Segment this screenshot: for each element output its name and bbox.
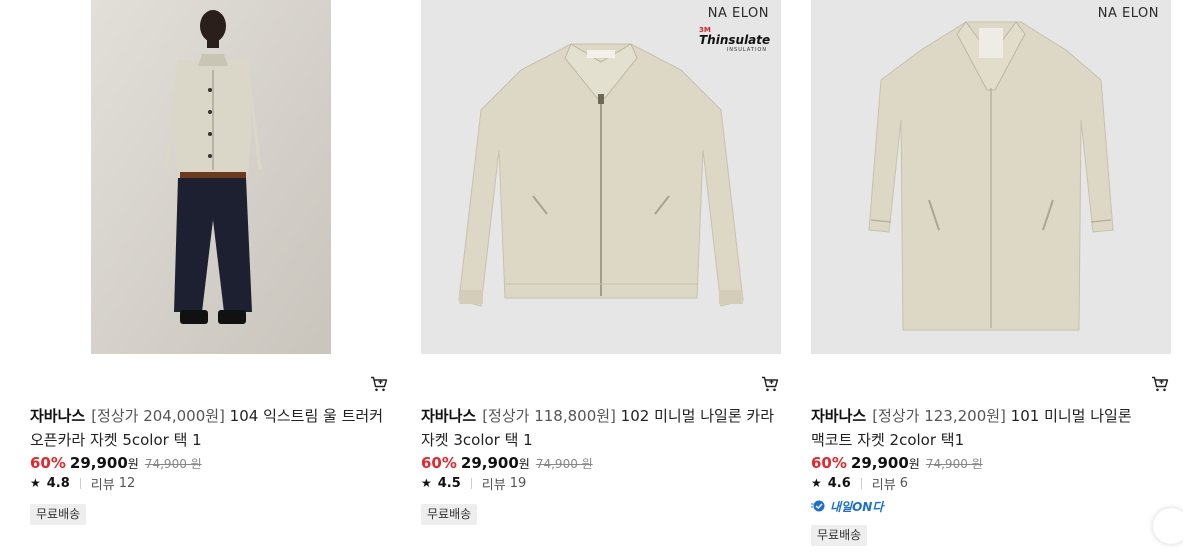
product-title[interactable]: 자바나스 [정상가 123,200원] 101 미니멀 나일론 맥코트 자켓 2c… — [811, 404, 1171, 452]
currency-unit: 원 — [908, 457, 920, 471]
cart-icon[interactable] — [1151, 376, 1169, 392]
tomorrow-delivery-label: 내일ON다 — [830, 499, 884, 514]
star-icon: ★ — [30, 476, 41, 490]
product-title[interactable]: 자바나스 [정상가 118,800원] 102 미니멀 나일론 카라 자켓 3co… — [421, 404, 781, 452]
product-image[interactable]: NA ELON 3M Thinsulate INSULATION — [421, 0, 781, 354]
brand-logo: NA ELON — [1097, 6, 1159, 21]
product-card[interactable]: 자바나스 [정상가 204,000원] 104 익스트림 울 트러커 오픈카라 자… — [30, 0, 390, 554]
rating-row: ★ 4.6 리뷰 6 — [811, 474, 908, 493]
sale-price: 29,900 — [460, 454, 519, 472]
discount-rate: 60% — [421, 454, 457, 472]
price-row: 60% 29,900원 74,900 원 — [30, 454, 202, 474]
brand-name[interactable]: 자바나스 — [421, 407, 476, 425]
free-shipping-badge: 무료배송 — [421, 504, 478, 525]
review-label: 리뷰 — [871, 477, 896, 493]
original-price: 74,900 원 — [925, 457, 983, 471]
currency-unit: 원 — [127, 457, 139, 471]
rating-row: ★ 4.8 리뷰 12 — [30, 474, 136, 493]
product-card[interactable]: NA ELON 자바나스 [정상가 123,200원] 101 미니멀 나일론 맥… — [811, 0, 1183, 554]
rating-score: 4.8 — [46, 475, 70, 491]
divider — [860, 477, 862, 489]
product-image[interactable]: NA ELON — [811, 0, 1171, 354]
product-title[interactable]: 자바나스 [정상가 204,000원] 104 익스트림 울 트러커 오픈카라 자… — [30, 404, 390, 452]
price-row: 60% 29,900원 74,900 원 — [421, 454, 593, 474]
discount-rate: 60% — [811, 454, 847, 472]
product-grid: 자바나스 [정상가 204,000원] 104 익스트림 울 트러커 오픈카라 자… — [0, 0, 1183, 554]
review-label: 리뷰 — [90, 477, 115, 493]
scroll-top-button[interactable] — [1153, 508, 1183, 544]
thinsulate-logo: 3M Thinsulate INSULATION — [699, 26, 771, 53]
sale-price: 29,900 — [850, 454, 909, 472]
review-count: 6 — [899, 475, 908, 491]
currency-unit: 원 — [518, 457, 530, 471]
star-icon: ★ — [421, 476, 432, 490]
discount-rate: 60% — [30, 454, 66, 472]
original-price: 74,900 원 — [535, 457, 593, 471]
free-shipping-badge: 무료배송 — [811, 525, 868, 546]
brand-logo: NA ELON — [707, 6, 769, 21]
model-photo — [91, 0, 331, 354]
review-count: 19 — [509, 475, 527, 491]
product-card[interactable]: NA ELON 3M Thinsulate INSULATION 자바나스 [정상… — [421, 0, 781, 554]
review-count: 12 — [118, 475, 136, 491]
original-price: 74,900 원 — [144, 457, 202, 471]
brand-name[interactable]: 자바나스 — [30, 407, 85, 425]
divider — [79, 477, 81, 489]
price-row: 60% 29,900원 74,900 원 — [811, 454, 983, 474]
rating-score: 4.6 — [827, 475, 851, 491]
rating-row: ★ 4.5 리뷰 19 — [421, 474, 527, 493]
cart-icon[interactable] — [761, 376, 779, 392]
divider — [470, 477, 472, 489]
review-label: 리뷰 — [481, 477, 506, 493]
star-icon: ★ — [811, 476, 822, 490]
cart-icon[interactable] — [370, 376, 388, 392]
delivery-truck-icon — [811, 500, 827, 512]
sale-price: 29,900 — [69, 454, 128, 472]
product-image[interactable] — [30, 0, 390, 354]
rating-score: 4.5 — [437, 475, 461, 491]
free-shipping-badge: 무료배송 — [30, 504, 87, 525]
brand-name[interactable]: 자바나스 — [811, 407, 866, 425]
coat-photo — [868, 21, 1114, 331]
tomorrow-delivery-tag: 내일ON다 — [811, 498, 883, 514]
